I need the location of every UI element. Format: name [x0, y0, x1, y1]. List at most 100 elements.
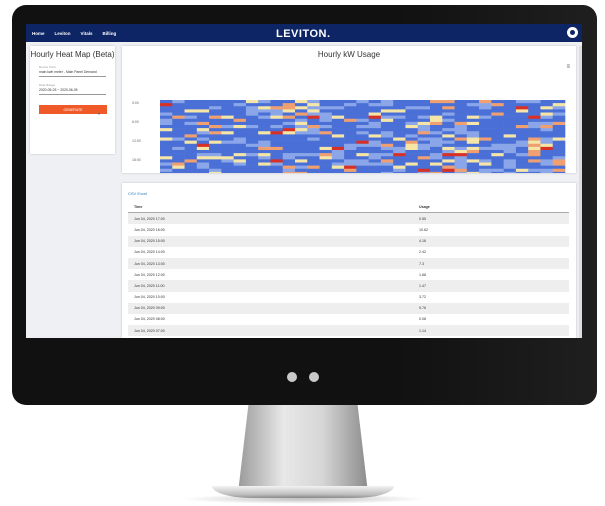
heatmap-cell: [479, 153, 492, 157]
heatmap-cell: [233, 100, 247, 104]
heatmap-cell: [466, 112, 480, 116]
heatmap-cell: [307, 103, 320, 107]
heatmap-cell: [405, 137, 419, 141]
heatmap-cell: [245, 128, 259, 132]
table-row: Jun 04, 2020 10:00 3.72: [128, 292, 569, 303]
heatmap-cell: [172, 118, 185, 123]
nav-home[interactable]: Home: [32, 31, 45, 36]
heatmap-cell: [221, 165, 234, 170]
nav-vitals[interactable]: Vitals: [81, 31, 93, 36]
nav-billing[interactable]: Billing: [102, 31, 116, 36]
heatmap-cell: [503, 131, 517, 135]
page-scrollbar[interactable]: [579, 46, 582, 338]
heatmap-cell: [233, 156, 247, 160]
heatmap-cell: [184, 103, 198, 107]
heatmap-cell: [245, 146, 259, 151]
heatmap-cell: [184, 131, 198, 135]
heatmap-cell: [466, 146, 480, 151]
table-row: Jun 04, 2020 11:00 1.47: [128, 280, 569, 292]
heatmap-cell: [295, 146, 308, 151]
heatmap-cell: [319, 128, 333, 132]
heatmap-cell: [307, 131, 320, 135]
heatmap-cell: [245, 134, 259, 138]
heatmap-cell: [319, 153, 333, 157]
heatmap-cell: [331, 118, 345, 123]
heatmap-cell: [393, 128, 406, 132]
heatmap-cell: [344, 125, 357, 129]
chevron-down-icon[interactable]: ▾: [98, 111, 100, 116]
table-row: Jun 04, 2020 14:00 2.42: [128, 247, 569, 258]
heatmap-cell: [417, 137, 431, 141]
generate-button[interactable]: GENERATE: [39, 105, 107, 114]
heatmap-cell: [295, 131, 308, 135]
heatmap-cell: [442, 146, 455, 151]
heatmap-cell: [196, 156, 210, 160]
heatmap-cell: [172, 146, 185, 151]
cell-time: Jun 04, 2020 11:00: [134, 283, 165, 288]
heatmap-cell: [258, 150, 271, 154]
heatmap-cell: [270, 171, 284, 173]
heatmap-cell: [454, 159, 468, 163]
heatmap-cell: [245, 153, 259, 157]
heatmap-cell: [282, 121, 296, 126]
heatmap-cell: [184, 125, 198, 129]
heatmap-cell: [160, 162, 173, 166]
heatmap-cell: [319, 103, 333, 107]
export-links[interactable]: CSV Excel: [128, 191, 147, 196]
heatmap-cell: [417, 134, 431, 138]
heatmap-cell: [307, 156, 320, 160]
heatmap-cell: [344, 143, 357, 148]
heatmap-cell: [380, 118, 394, 123]
heatmap-cell: [442, 156, 455, 160]
heatmap-cell: [307, 168, 320, 173]
heatmap-cell: [380, 106, 394, 110]
heatmap-cell: [466, 125, 480, 129]
heatmap-cell: [270, 106, 284, 110]
heatmap-cell: [442, 125, 455, 129]
cell-usage: 1.47: [419, 283, 426, 288]
nav-leviton[interactable]: Leviton: [55, 31, 71, 36]
date-range-input[interactable]: 2020-05-03 ~ 2020-06-05: [39, 88, 99, 92]
heatmap-cell: [307, 153, 320, 157]
heatmap-cell: [196, 125, 210, 129]
heatmap-cell: [282, 146, 296, 151]
heatmap-cell: [221, 118, 234, 123]
heatmap-cell: [466, 165, 480, 170]
heatmap-cell: [331, 168, 345, 173]
heatmap-cell: [209, 140, 222, 145]
heatmap-cell: [209, 131, 222, 135]
heatmap-cell: [417, 125, 431, 129]
heatmap-cell: [417, 153, 431, 157]
heatmap-cell: [356, 143, 369, 148]
heatmap-cell: [491, 168, 504, 173]
heatmap-cell: [295, 165, 308, 170]
heatmap-cell: [466, 100, 480, 104]
heatmap-cell: [295, 106, 308, 110]
heatmap-cell: [515, 159, 529, 163]
heatmap-cell: [282, 103, 296, 107]
heatmap-cell: [405, 146, 419, 151]
heatmap-cell: [528, 159, 541, 163]
device-select[interactable]: main kwh meter - Main Panel Demand: [39, 70, 99, 74]
heatmap-cell: [491, 121, 504, 126]
heatmap-cell: [245, 100, 259, 104]
heatmap-cell: [552, 162, 566, 166]
heatmap-cell: [417, 159, 431, 163]
heatmap-cell: [258, 109, 271, 113]
heatmap-cell: [295, 115, 308, 120]
device-label: Device Point: [39, 65, 56, 69]
heatmap-cell: [319, 171, 333, 173]
heatmap-cell: [331, 171, 345, 173]
heatmap-cell: [270, 162, 284, 166]
heatmap-cell: [307, 146, 320, 151]
heatmap-cell: [221, 168, 234, 173]
heatmap-cell: [196, 121, 210, 126]
heatmap-cell: [503, 156, 517, 160]
usage-table: Time Usage Jun 04, 2020 17:00 0.55 Jun 04, 2…: [128, 201, 569, 337]
heatmap-cell: [172, 143, 185, 148]
account-icon[interactable]: [567, 27, 578, 38]
heatmap-cell: [245, 171, 259, 173]
heatmap-cell: [172, 100, 185, 104]
heatmap-cell: [344, 168, 357, 173]
heatmap-cell: [417, 106, 431, 110]
